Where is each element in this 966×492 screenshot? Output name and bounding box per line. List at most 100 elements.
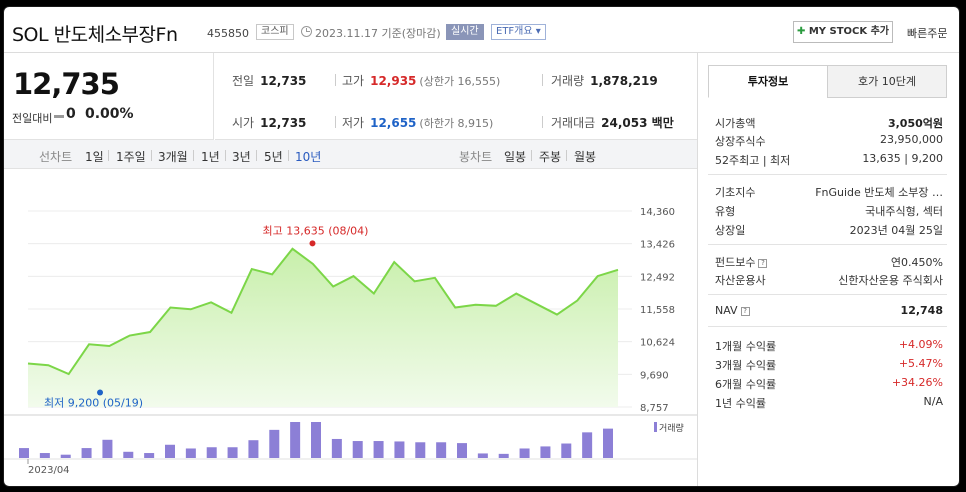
stat-label: 시가 (232, 116, 255, 130)
add-my-stock-label: MY STOCK 추가 (808, 26, 890, 37)
low-annotation: 최저 9,200 (05/19) (44, 397, 143, 410)
volume-bar (185, 448, 196, 458)
info-value: 3,050억원 (887, 117, 943, 130)
tab-investment-info[interactable]: 투자정보 (708, 65, 828, 98)
info-label: 자산운용사 (715, 274, 766, 287)
tab-candle-chart[interactable]: 봉차트 (459, 148, 492, 165)
market-badge: 코스피 (256, 24, 294, 40)
investment-info-panel: 투자정보 호가 10단계 시가총액 3,050억원 상장주식수 23,950,000… (697, 53, 959, 486)
volume-bar (102, 439, 113, 458)
info-label: 1개월 수익률 (715, 340, 777, 353)
volume-bar (540, 446, 551, 458)
info-label: 유형 (715, 205, 736, 218)
divider (708, 244, 947, 245)
tab-daily[interactable]: 일봉 (504, 148, 526, 165)
volume-bar (331, 438, 342, 458)
price-summary: 12,735 전일대비 0 0.00% (4, 53, 214, 140)
info-value: 신한자산운용 주식회사 (838, 274, 943, 287)
chart-svg: 14,360 13,426 12,492 11,558 10,624 9,690 8,757… (4, 207, 697, 476)
chevron-down-icon: ▾ (535, 26, 541, 37)
stat-prev-close: 전일 12,735 (232, 72, 306, 89)
high-point-marker (309, 240, 316, 247)
info-row-listing-date: 상장일 2023년 04월 25일 (715, 222, 943, 237)
volume-bar (269, 429, 280, 458)
volume-bar (561, 443, 572, 458)
divider (335, 74, 336, 86)
tab-3m[interactable]: 3개월 (158, 148, 188, 165)
y-tick-label: 8,757 (640, 403, 669, 414)
price-stats: 전일 12,735 고가 12,935 (상한가 16,555) 거래량 1,878,2… (215, 53, 697, 140)
divider (708, 294, 947, 295)
info-row-return-1y: 1년 수익률 N/A (715, 395, 943, 410)
plus-icon: ✚ (796, 26, 806, 37)
info-label: 시가총액 (715, 117, 756, 130)
tab-1d[interactable]: 1일 (85, 148, 104, 165)
tab-order-book[interactable]: 호가 10단계 (827, 65, 947, 98)
realtime-button[interactable]: 실시간 (446, 24, 484, 40)
info-value: N/A (923, 395, 943, 408)
volume-bar (373, 441, 384, 458)
info-label: 상장일 (715, 224, 746, 237)
info-value: +5.47% (898, 357, 943, 370)
help-icon[interactable]: ? (758, 259, 768, 268)
volume-bar (352, 441, 363, 458)
stat-label: 고가 (342, 74, 365, 88)
period-tabs: 선차트 1일 1주일 3개월 1년 3년 5년 10년 봉차트 일봉 주봉 월봉 (4, 140, 697, 169)
volume-bar (248, 440, 259, 458)
quote-header: SOL 반도체소부장Fn 455850 코스피 2023.11.17 기준(장마… (4, 7, 959, 53)
price-chart[interactable]: 14,360 13,426 12,492 11,558 10,624 9,690 8,757… (4, 169, 697, 486)
tab-line-chart[interactable]: 선차트 (39, 148, 72, 165)
volume-bar (457, 443, 467, 458)
divider (151, 150, 152, 161)
etf-overview-dropdown[interactable]: ETF개요 ▾ (491, 24, 546, 40)
stat-label: 저가 (342, 116, 365, 130)
stat-sub: (상한가 16,555) (419, 75, 501, 88)
price-area (28, 248, 618, 407)
volume-legend-swatch (654, 422, 657, 432)
info-row-nav: NAV? 12,748 (715, 304, 943, 318)
info-value: FnGuide 반도체 소부장 … (815, 186, 943, 199)
clock-icon (301, 26, 312, 37)
info-label: 1년 수익률 (715, 397, 766, 410)
info-value: 12,748 (900, 304, 943, 317)
info-label: NAV (715, 304, 738, 317)
info-row-52w: 52주최고 | 최저 13,635 | 9,200 (715, 152, 943, 167)
volume-bar (206, 447, 217, 458)
help-icon[interactable]: ? (740, 307, 750, 316)
divider (542, 116, 543, 128)
stat-label: 거래량 (551, 74, 585, 88)
stat-volume: 거래량 1,878,219 (551, 72, 658, 89)
info-row-index: 기초지수 FnGuide 반도체 소부장 … (715, 184, 943, 199)
tab-10y[interactable]: 10년 (295, 148, 321, 165)
info-row-fee: 펀드보수? 연0.450% (715, 254, 943, 269)
stock-name[interactable]: SOL 반도체소부장Fn (12, 20, 178, 47)
y-tick-label: 12,492 (640, 272, 675, 283)
high-annotation: 최고 13,635 (08/04) (262, 224, 368, 237)
x-start-label: 2023/04 (28, 465, 70, 476)
volume-bar (311, 422, 321, 458)
tab-1y[interactable]: 1년 (201, 148, 220, 165)
info-row-market-cap: 시가총액 3,050억원 (715, 115, 943, 130)
info-row-type: 유형 국내주식형, 섹터 (715, 203, 943, 218)
tab-monthly[interactable]: 월봉 (574, 148, 596, 165)
add-my-stock-button[interactable]: ✚ MY STOCK 추가 (793, 21, 893, 43)
tab-5y[interactable]: 5년 (264, 148, 283, 165)
info-value: 23,950,000 (880, 133, 943, 146)
info-value: +34.26% (891, 376, 943, 389)
info-label: 52주최고 | 최저 (715, 154, 791, 167)
quick-order-link[interactable]: 빠른주문 (907, 25, 947, 41)
y-tick-label: 11,558 (640, 305, 675, 316)
tab-1w[interactable]: 1주일 (116, 148, 146, 165)
info-value: 연0.450% (890, 256, 943, 269)
volume-bar (19, 448, 29, 458)
tab-weekly[interactable]: 주봉 (539, 148, 561, 165)
y-tick-label: 14,360 (640, 207, 675, 218)
volume-bar (290, 422, 301, 458)
stat-value: 1,878,219 (590, 74, 658, 88)
volume-bar (394, 441, 405, 458)
stat-value: 12,655 (370, 116, 417, 130)
stat-sub: (하한가 8,915) (419, 117, 494, 130)
divider (708, 326, 947, 327)
tab-3y[interactable]: 3년 (232, 148, 251, 165)
info-row-shares: 상장주식수 23,950,000 (715, 133, 943, 148)
